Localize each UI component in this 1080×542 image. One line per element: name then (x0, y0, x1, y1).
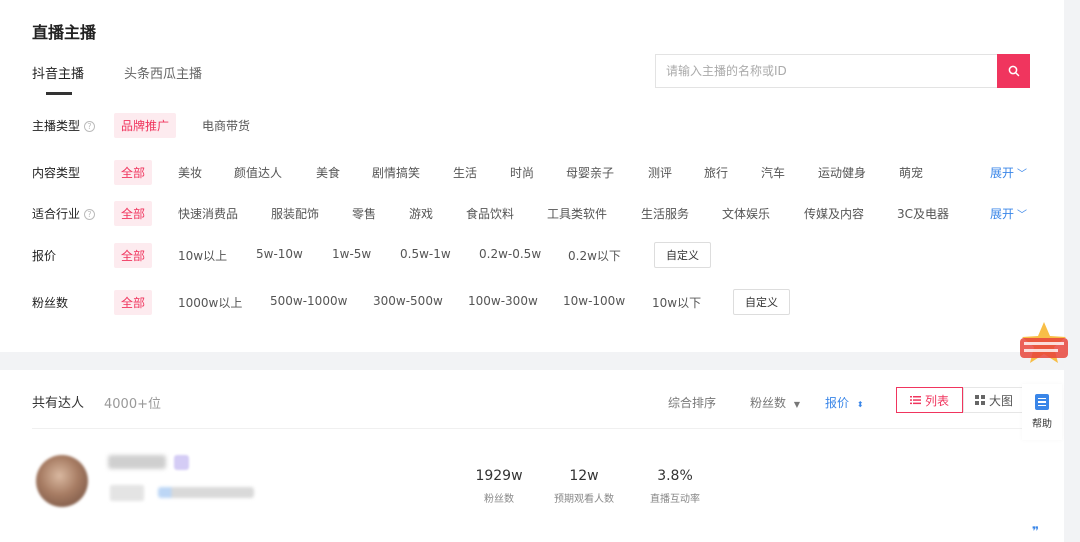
fans-option[interactable]: 1000w以上 (178, 294, 242, 311)
fans-option[interactable]: 300w-500w (373, 294, 443, 308)
fans-option[interactable]: 500w-1000w (270, 294, 347, 308)
tab-toutiao-xigua-streamers[interactable]: 头条西瓜主播 (124, 63, 202, 82)
total-streamers-label: 共有达人 (32, 396, 85, 411)
fans-option[interactable]: 10w-100w (563, 294, 625, 308)
content-type-expand-button[interactable]: 展开 ﹀ (990, 164, 1027, 181)
industry-option[interactable]: 快速消费品 (178, 205, 238, 222)
industry-option[interactable]: 文体娱乐 (722, 205, 770, 222)
streamer-meta-blurred (158, 487, 254, 498)
search-icon (1008, 65, 1019, 77)
industry-option[interactable]: 传媒及内容 (804, 205, 864, 222)
industry-option[interactable]: 全部 (114, 201, 153, 226)
stat-interaction-rate-label: 直播互动率 (650, 494, 700, 505)
streamer-type-option-ecommerce[interactable]: 电商带货 (202, 117, 250, 134)
content-type-option[interactable]: 剧情搞笑 (372, 164, 420, 181)
content-type-option[interactable]: 时尚 (510, 164, 534, 181)
caret-down-icon: ▼ (793, 400, 800, 409)
industry-option[interactable]: 食品饮料 (466, 205, 514, 222)
streamer-name-blurred[interactable] (108, 455, 166, 469)
award-badge-icon[interactable] (1014, 320, 1072, 368)
expand-label: 展开 (990, 207, 1015, 221)
price-custom-button[interactable]: 自定义 (654, 242, 711, 268)
list-icon (909, 396, 921, 405)
content-type-option[interactable]: 测评 (648, 164, 672, 181)
view-grid-label: 大图 (988, 393, 1013, 408)
view-list-button[interactable]: 列表 (896, 387, 963, 413)
verified-badge-icon (174, 455, 189, 470)
content-type-option[interactable]: 生活 (453, 164, 477, 181)
industry-label: 适合行业? (32, 205, 96, 222)
sort-comprehensive-button[interactable]: 综合排序 (668, 394, 716, 411)
fans-label: 粉丝数 (32, 296, 69, 310)
content-type-option[interactable]: 旅行 (704, 164, 728, 181)
sort-price-label: 报价 (825, 396, 850, 410)
stat-fans-value: 1929w (475, 468, 523, 484)
price-option[interactable]: 0.2w-0.5w (479, 247, 541, 261)
content-type-option[interactable]: 全部 (114, 160, 153, 185)
industry-expand-button[interactable]: 展开 ﹀ (990, 205, 1027, 222)
help-question-icon[interactable]: ? (84, 209, 96, 220)
industry-label-text: 适合行业 (32, 207, 81, 221)
content-type-option[interactable]: 汽车 (761, 164, 785, 181)
expand-label: 展开 (990, 166, 1015, 180)
content-type-option[interactable]: 母婴亲子 (566, 164, 614, 181)
sort-fans-button[interactable]: 粉丝数 ▼ (750, 394, 800, 411)
content-type-option[interactable]: 萌宠 (899, 164, 923, 181)
sort-fans-label: 粉丝数 (750, 396, 787, 410)
sort-price-button[interactable]: 报价 ⬍ (825, 394, 864, 411)
content-type-label: 内容类型 (32, 166, 81, 180)
industry-option[interactable]: 生活服务 (641, 205, 689, 222)
price-label: 报价 (32, 249, 57, 263)
grid-icon (974, 395, 985, 405)
sort-updown-icon: ⬍ (856, 400, 864, 409)
streamer-type-label: 主播类型? (32, 117, 96, 134)
content-type-option[interactable]: 美妆 (178, 164, 202, 181)
streamer-type-option-brand[interactable]: 品牌推广 (114, 113, 177, 138)
industry-option[interactable]: 零售 (352, 205, 376, 222)
search-button[interactable] (997, 54, 1030, 88)
price-option[interactable]: 1w-5w (332, 247, 371, 261)
total-streamers-count: 4000+位 (104, 397, 161, 412)
stat-expected-views-value: 12w (569, 468, 599, 484)
price-option[interactable]: 0.2w以下 (568, 247, 621, 264)
price-option[interactable]: 10w以上 (178, 247, 227, 264)
content-type-option[interactable]: 美食 (316, 164, 340, 181)
stat-expected-views-label: 预期观看人数 (554, 494, 614, 505)
fans-option[interactable]: 10w以下 (652, 294, 701, 311)
price-option[interactable]: 全部 (114, 243, 153, 268)
content-type-option[interactable]: 颜值达人 (234, 164, 282, 181)
streamer-type-label-text: 主播类型 (32, 119, 81, 133)
help-button[interactable]: 帮助 (1022, 384, 1062, 440)
view-list-label: 列表 (924, 393, 949, 408)
help-question-icon[interactable]: ? (84, 121, 96, 132)
tab-douyin-streamers[interactable]: 抖音主播 (32, 63, 84, 82)
help-doc-icon (1035, 394, 1049, 410)
price-option[interactable]: 5w-10w (256, 247, 303, 261)
feedback-quote-icon[interactable]: ❞ (1032, 524, 1039, 538)
chevron-down-icon: ﹀ (1017, 210, 1028, 221)
streamer-search-input[interactable] (655, 54, 998, 88)
chevron-down-icon: ﹀ (1017, 169, 1028, 180)
industry-option[interactable]: 3C及电器 (897, 205, 949, 222)
list-divider (32, 428, 1032, 429)
streamer-tag-blurred (110, 485, 144, 501)
fans-option[interactable]: 100w-300w (468, 294, 538, 308)
fans-option[interactable]: 全部 (114, 290, 153, 315)
view-grid-button[interactable]: 大图 (963, 387, 1025, 413)
streamer-avatar[interactable] (36, 455, 88, 507)
industry-option[interactable]: 工具类软件 (547, 205, 607, 222)
industry-option[interactable]: 游戏 (409, 205, 433, 222)
content-type-option[interactable]: 运动健身 (818, 164, 866, 181)
active-tab-indicator (46, 92, 72, 95)
price-option[interactable]: 0.5w-1w (400, 247, 451, 261)
fans-custom-button[interactable]: 自定义 (733, 289, 790, 315)
industry-option[interactable]: 服装配饰 (271, 205, 319, 222)
page-title: 直播主播 (32, 23, 97, 42)
stat-fans-label: 粉丝数 (484, 494, 514, 505)
help-label: 帮助 (1032, 419, 1052, 430)
stat-interaction-rate-value: 3.8% (657, 468, 693, 484)
